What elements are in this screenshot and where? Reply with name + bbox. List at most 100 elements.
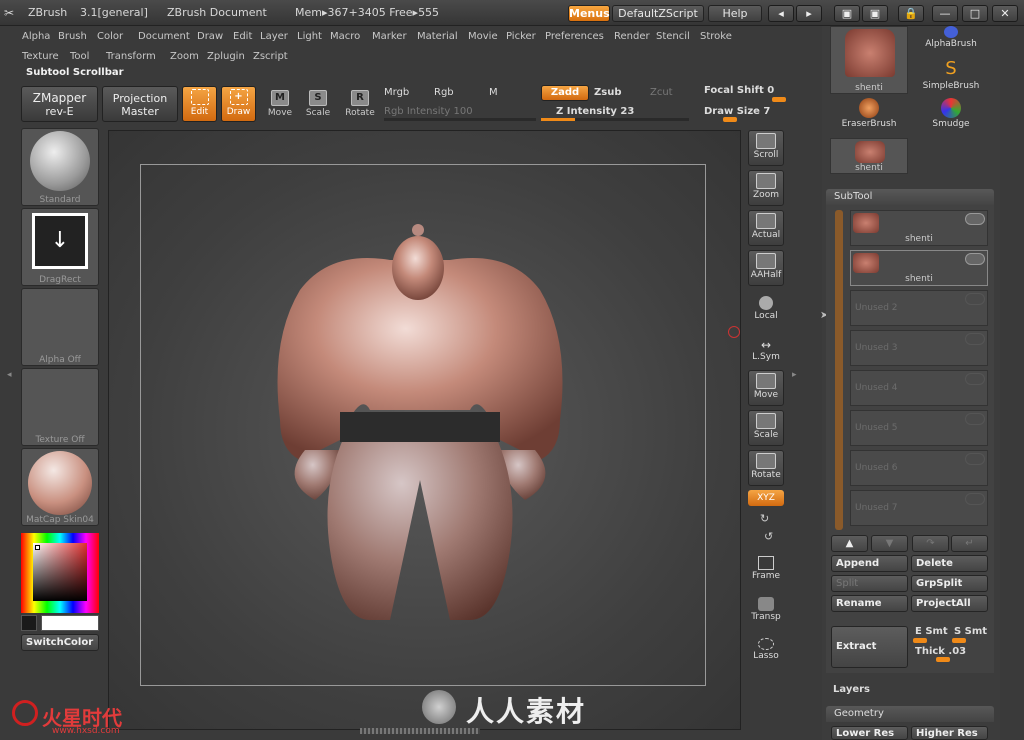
frame-button[interactable]: Frame <box>748 556 784 581</box>
layers-panel-header[interactable]: Layers <box>833 684 870 695</box>
switch-color-button[interactable]: SwitchColor <box>21 634 99 651</box>
menu-zoom[interactable]: Zoom <box>170 51 199 62</box>
color-picker-cursor[interactable] <box>35 545 40 550</box>
main-color-swatch[interactable] <box>41 615 99 631</box>
menu-render[interactable]: Render <box>614 31 650 42</box>
focal-shift-thumb[interactable] <box>772 97 786 102</box>
menu-zplugin[interactable]: Zplugin <box>207 51 245 62</box>
menu-light[interactable]: Light <box>297 31 322 42</box>
menu-brush[interactable]: Brush <box>58 31 87 42</box>
brush-standard-slot[interactable]: Standard <box>21 128 99 206</box>
menu-tool[interactable]: Tool <box>70 51 89 62</box>
menu-marker[interactable]: Marker <box>372 31 407 42</box>
color-picker[interactable] <box>21 533 99 613</box>
zoom-button[interactable]: Zoom <box>748 170 784 206</box>
actual-button[interactable]: Actual <box>748 210 784 246</box>
move-view-button[interactable]: Move <box>748 370 784 406</box>
subtool-slot-unused-3[interactable]: Unused 3 <box>850 330 988 366</box>
zadd-button[interactable]: Zadd <box>541 85 589 101</box>
subtool-header[interactable]: SubTool <box>826 189 994 205</box>
visibility-eye-icon[interactable] <box>965 373 985 385</box>
menu-texture[interactable]: Texture <box>22 51 59 62</box>
xyz-button[interactable]: XYZ <box>748 490 784 506</box>
menu-draw[interactable]: Draw <box>197 31 223 42</box>
visibility-eye-icon[interactable] <box>965 493 985 505</box>
rotate-z-icon[interactable]: ↺ <box>764 530 773 543</box>
default-zscript-button[interactable]: DefaultZScript <box>612 5 704 22</box>
material-slot[interactable]: MatCap Skin04 <box>21 448 99 526</box>
maximize-icon[interactable]: □ <box>962 5 988 22</box>
color-picker-field[interactable] <box>33 543 87 601</box>
brush-slot-simplebrush[interactable]: S SimpleBrush <box>912 58 990 96</box>
lsym-button[interactable]: ↔ L.Sym <box>748 338 784 362</box>
alpha-slot[interactable]: Alpha Off <box>21 288 99 366</box>
undo-arrow-icon[interactable]: ↵ <box>951 535 988 552</box>
menu-document[interactable]: Document <box>138 31 190 42</box>
subtool-slot-unused-4[interactable]: Unused 4 <box>850 370 988 406</box>
subtool-slot-2-selected[interactable]: shenti <box>850 250 988 286</box>
z-intensity-slider[interactable]: Z Intensity 23 <box>556 106 634 117</box>
extract-button[interactable]: Extract <box>831 626 908 668</box>
subtool-slot-unused-5[interactable]: Unused 5 <box>850 410 988 446</box>
aahalf-button[interactable]: AAHalf <box>748 250 784 286</box>
subtool-slot-unused-6[interactable]: Unused 6 <box>850 450 988 486</box>
scroll-button[interactable]: Scroll <box>748 130 784 166</box>
help-button[interactable]: Help <box>708 5 762 22</box>
delete-button[interactable]: Delete <box>911 555 988 572</box>
menu-picker[interactable]: Picker <box>506 31 536 42</box>
grpsplit-button[interactable]: GrpSplit <box>911 575 988 592</box>
thick-thumb[interactable] <box>936 657 950 662</box>
visibility-eye-icon[interactable] <box>965 453 985 465</box>
s-smt-slider[interactable]: S Smt <box>954 626 987 637</box>
right-tray-toggle-icon[interactable]: ▸ <box>792 370 800 384</box>
local-button[interactable]: Local <box>748 296 784 321</box>
texture-slot[interactable]: Texture Off <box>21 368 99 446</box>
draw-size-slider[interactable]: Draw Size 7 <box>704 106 770 117</box>
rotate-view-button[interactable]: Rotate <box>748 450 784 486</box>
sculpt-model[interactable] <box>260 220 580 630</box>
layout-a-icon[interactable]: ▣ <box>834 5 860 22</box>
rename-button[interactable]: Rename <box>831 595 908 612</box>
visibility-eye-icon[interactable] <box>965 213 985 225</box>
brush-slot-smudge[interactable]: Smudge <box>912 98 990 136</box>
left-tray-toggle-icon[interactable]: ◂ <box>7 370 15 384</box>
subtool-slot-unused-2[interactable]: Unused 2 <box>850 290 988 326</box>
rotate-button[interactable]: R Rotate <box>342 88 378 124</box>
projectall-button[interactable]: ProjectAll <box>911 595 988 612</box>
move-down-arrow-icon[interactable]: ▼ <box>871 535 908 552</box>
close-icon[interactable]: ✕ <box>992 5 1018 22</box>
rgb-intensity-slider[interactable]: Rgb Intensity 100 <box>384 106 473 117</box>
secondary-color-swatch[interactable] <box>21 615 37 631</box>
menu-stencil[interactable]: Stencil <box>656 31 690 42</box>
visibility-eye-icon[interactable] <box>965 293 985 305</box>
brush-slot-alphabrush[interactable]: AlphaBrush <box>912 26 990 54</box>
lock-icon[interactable]: 🔒 <box>898 5 924 22</box>
layout-b-icon[interactable]: ▣ <box>862 5 888 22</box>
brush-slot-eraserbrush[interactable]: EraserBrush <box>830 98 908 136</box>
bottom-tray-handle[interactable] <box>360 728 480 734</box>
menu-stroke[interactable]: Stroke <box>700 31 732 42</box>
zcut-button[interactable]: Zcut <box>650 87 673 98</box>
m-button[interactable]: M <box>489 87 498 98</box>
visibility-eye-icon[interactable] <box>965 413 985 425</box>
scale-button[interactable]: S Scale <box>300 88 336 124</box>
visibility-eye-icon[interactable] <box>965 253 985 265</box>
move-up-arrow-icon[interactable]: ▲ <box>831 535 868 552</box>
menu-edit[interactable]: Edit <box>233 31 252 42</box>
menu-macro[interactable]: Macro <box>330 31 360 42</box>
zsub-button[interactable]: Zsub <box>594 87 621 98</box>
redo-arrow-icon[interactable]: ↷ <box>912 535 949 552</box>
geometry-header[interactable]: Geometry <box>826 706 994 722</box>
menu-zscript[interactable]: Zscript <box>253 51 288 62</box>
menu-material[interactable]: Material <box>417 31 458 42</box>
transp-button[interactable]: Transp <box>748 597 784 622</box>
minimize-icon[interactable]: — <box>932 5 958 22</box>
menu-alpha[interactable]: Alpha <box>22 31 50 42</box>
higher-res-button[interactable]: Higher Res <box>911 726 988 740</box>
e-smt-slider[interactable]: E Smt <box>915 626 948 637</box>
move-button[interactable]: M Move <box>262 88 298 124</box>
brush-slot-shenti-2[interactable]: shenti <box>830 138 908 174</box>
subtool-scrollbar[interactable] <box>835 210 843 530</box>
subtool-slot-unused-7[interactable]: Unused 7 <box>850 490 988 526</box>
lasso-button[interactable]: Lasso <box>748 638 784 661</box>
